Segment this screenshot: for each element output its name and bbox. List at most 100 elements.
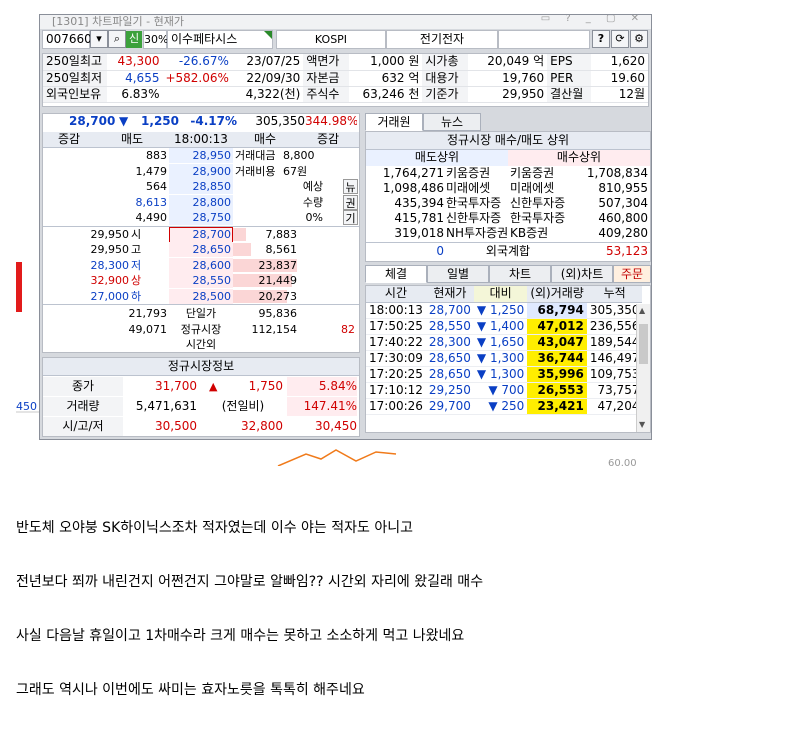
tick-time: 17:50:25 — [366, 318, 426, 335]
bid-price[interactable]: 28,500 — [169, 289, 233, 305]
tab-trade-2[interactable]: 차트 — [489, 265, 551, 283]
regular-key: 거래량 — [43, 397, 123, 416]
buy-broker[interactable]: KB증권 — [510, 226, 572, 242]
ask-qty: 883 — [146, 149, 167, 162]
tick-row[interactable]: 17:00:26 29,700 ▼ 250 23,421 47,204 — [366, 398, 643, 415]
buy-broker[interactable]: 미래에셋 — [510, 181, 572, 197]
side-tab[interactable]: 뉴 — [343, 179, 358, 194]
tick-header-cell[interactable]: 누적 — [586, 286, 643, 303]
search-icon[interactable]: ⌕ — [108, 30, 126, 48]
buy-broker[interactable]: 한국투자증 — [510, 211, 572, 227]
side-tab[interactable]: 기 — [343, 210, 358, 225]
side-tab[interactable]: 권 — [343, 194, 358, 210]
info-key: 대용가 — [422, 70, 469, 87]
tick-header-cell[interactable]: 시간 — [366, 286, 426, 303]
foreign-sell-total: 0 — [436, 244, 444, 258]
help-button[interactable]: ? — [592, 30, 610, 48]
tick-volume: 36,744 — [527, 350, 587, 367]
foreign-label: 외국계합 — [485, 244, 531, 258]
refresh-icon[interactable]: ⟳ — [611, 30, 629, 48]
tick-row[interactable]: 17:10:12 29,250 ▼ 700 26,553 73,757 — [366, 382, 643, 399]
bg-orange-line — [277, 449, 397, 466]
sector-label: 전기전자 — [386, 30, 498, 49]
buy-qty: 507,304 — [598, 196, 648, 210]
bid-price[interactable]: 28,700 — [169, 226, 233, 243]
tick-price: 29,250 — [425, 382, 474, 399]
ask-price[interactable]: 28,750 — [169, 210, 232, 226]
tick-volume: 23,421 — [527, 398, 587, 415]
ask-qty: 1,479 — [135, 164, 168, 178]
scroll-down-icon[interactable]: ▼ — [639, 420, 645, 429]
credit-badge: 신 — [126, 31, 142, 48]
ask-price[interactable]: 28,800 — [169, 195, 232, 211]
tick-change: ▼ 1,400 — [473, 318, 528, 335]
ask-price[interactable]: 28,850 — [169, 179, 232, 195]
bid-price[interactable]: 28,600 — [169, 258, 233, 274]
code-dropdown-icon[interactable]: ▾ — [90, 30, 108, 48]
info-date: 23/07/25 — [231, 54, 304, 71]
single-price-label: 단일가 — [185, 307, 217, 320]
tick-header-cell[interactable]: (외)거래량 — [527, 286, 587, 303]
bg-left-value: 450 — [16, 400, 37, 413]
tick-row[interactable]: 18:00:13 28,700 ▼ 1,250 68,794 305,350 — [366, 302, 643, 319]
sell-broker[interactable]: 미래에셋 — [446, 181, 508, 197]
info-val: 19,760 — [468, 70, 548, 87]
tab-trade-4[interactable]: 주문 — [613, 265, 651, 283]
tab-trade-3[interactable]: (외)차트 — [551, 265, 613, 283]
title-bar[interactable]: [1301] 차트파일기 - 현재가 ▭ ? _ ▢ ✕ — [40, 15, 651, 29]
info-row: 외국인보유 6.83% 4,322(천) 주식수 63,246 천 기준가 29,950 결산… — [43, 86, 648, 103]
tick-volume: 43,047 — [527, 334, 587, 351]
tick-header-cell[interactable]: 현재가 — [425, 286, 474, 303]
info-table: 250일최고 43,300 -26.67% 23/07/25 액면가 1,000 원 시가총… — [43, 54, 648, 103]
blog-line-1: 반도체 오야붕 SK하이닉스조차 적자였는데 이수 야는 적자도 아니고 — [16, 520, 413, 536]
tick-change: ▼ 1,650 — [473, 334, 528, 351]
info-pct: -26.67% — [162, 54, 232, 71]
bid-price[interactable]: 28,650 — [169, 242, 233, 258]
gear-icon[interactable]: ⚙ — [630, 30, 648, 48]
divider — [43, 225, 359, 227]
tick-header-cell[interactable]: 대비 — [473, 286, 528, 303]
scroll-thumb[interactable] — [639, 324, 648, 364]
buy-broker[interactable]: 키움증권 — [510, 166, 572, 182]
info-pct — [162, 86, 232, 103]
tick-row[interactable]: 17:50:25 28,550 ▼ 1,400 47,012 236,556 — [366, 318, 643, 335]
info-label: 250일최저 — [43, 70, 107, 87]
tick-row[interactable]: 17:30:09 28,650 ▼ 1,300 36,744 146,497 — [366, 350, 643, 367]
stock-name[interactable]: 이수페타시스 — [167, 30, 273, 49]
tab-trade-1[interactable]: 일별 — [427, 265, 489, 283]
stock-window: [1301] 차트파일기 - 현재가 ▭ ? _ ▢ ✕ 007660 ▾ ⌕ … — [39, 14, 652, 440]
tab-broker[interactable]: 거래원 — [365, 113, 423, 131]
tab-news[interactable]: 뉴스 — [423, 113, 481, 131]
info-label: 외국인보유 — [43, 86, 107, 103]
tick-row[interactable]: 17:20:25 28,650 ▼ 1,300 35,996 109,753 — [366, 366, 643, 383]
buy-broker[interactable]: 신한투자증 — [510, 196, 572, 212]
window-controls[interactable]: ▭ ? _ ▢ ✕ — [541, 15, 645, 24]
tick-time: 17:40:22 — [366, 334, 426, 351]
day-price-value: 27,000 — [90, 289, 130, 303]
bid-price[interactable]: 28,550 — [169, 273, 233, 289]
sell-broker[interactable]: 키움증권 — [446, 166, 508, 182]
info-val: 29,950 — [468, 86, 548, 103]
ask-price[interactable]: 28,950 — [169, 148, 232, 164]
broker-title: 정규시장 매수/매도 상위 — [366, 132, 650, 150]
info-value: 4,655 — [106, 70, 163, 87]
tick-price: 29,700 — [425, 398, 474, 415]
tick-row[interactable]: 17:40:22 28,300 ▼ 1,650 43,047 189,544 — [366, 334, 643, 351]
price-change: 1,250 — [141, 114, 179, 128]
tick-scrollbar[interactable]: ▲ ▼ — [636, 304, 650, 432]
info-key: PER — [547, 70, 591, 87]
deal-amount: 8,800 — [283, 149, 315, 162]
tab-trade-0[interactable]: 체결 — [365, 265, 427, 283]
scroll-up-icon[interactable]: ▲ — [639, 306, 645, 315]
regular-value-3: 30,450 — [315, 419, 357, 433]
total-bid: 95,836 — [258, 307, 298, 320]
regular-value-1: 31,700 — [155, 379, 197, 393]
ask-price[interactable]: 28,900 — [169, 164, 232, 180]
sell-broker[interactable]: NH투자증권 — [446, 226, 508, 242]
sell-broker[interactable]: 신한투자증 — [446, 211, 508, 227]
tick-cumulative: 109,753 — [586, 366, 643, 383]
tick-time: 17:00:26 — [366, 398, 426, 415]
sell-broker[interactable]: 한국투자증 — [446, 196, 508, 212]
tick-price: 28,650 — [425, 366, 474, 383]
stock-code-input[interactable]: 007660 — [42, 30, 92, 49]
